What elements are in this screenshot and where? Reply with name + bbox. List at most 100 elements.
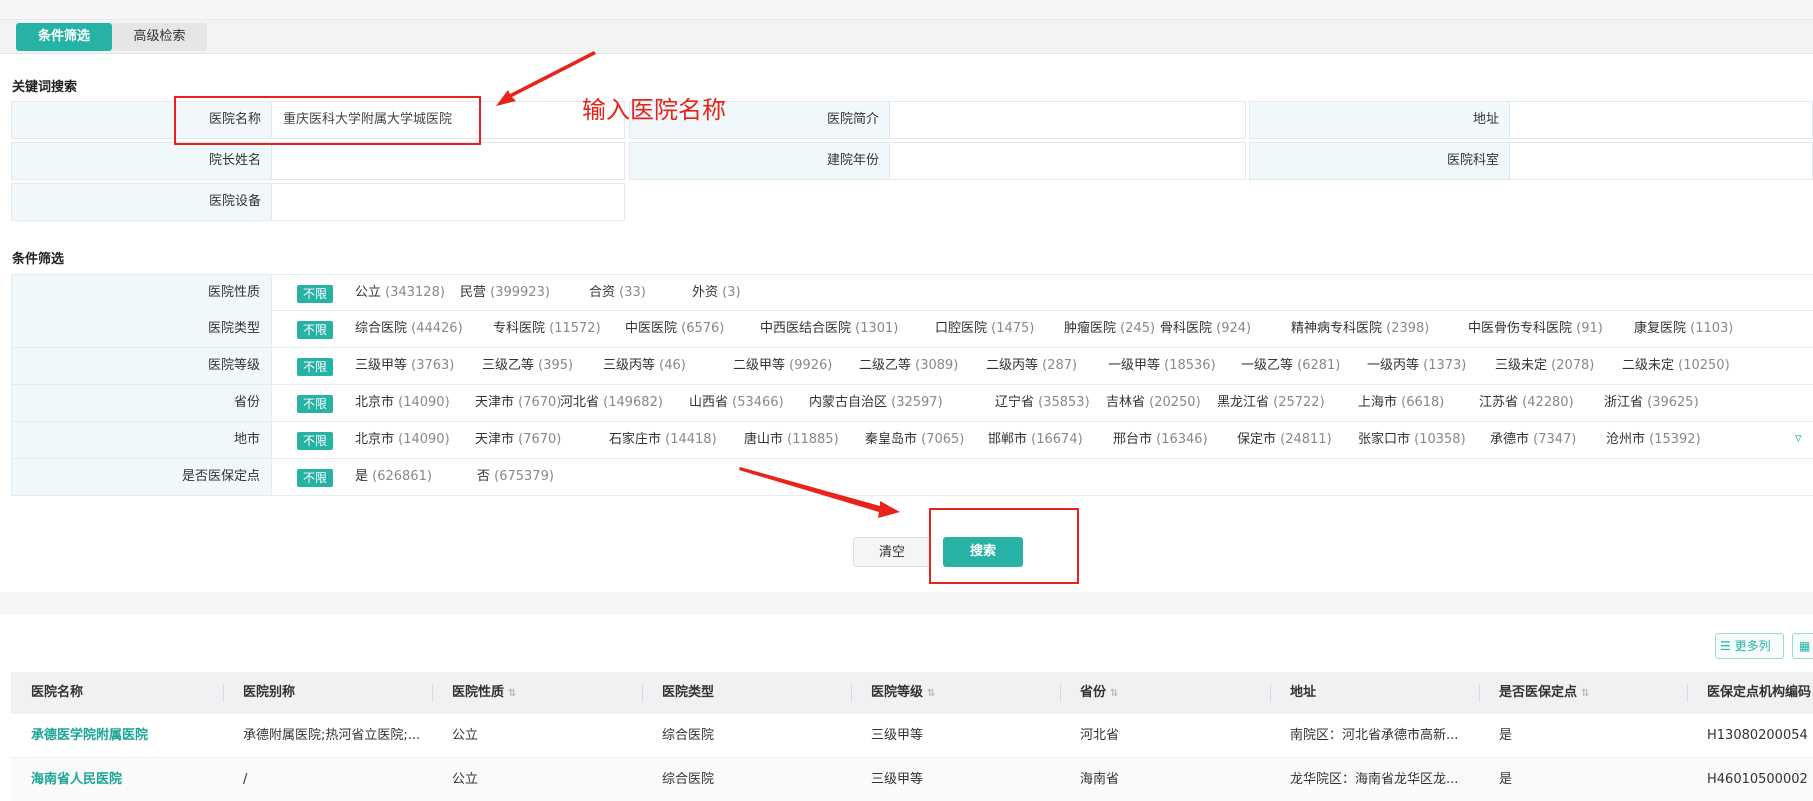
table-row: 承德医学院附属医院 承德附属医院;热河省立医院;... 公立 综合医院 三级甲等 河北省 南… bbox=[11, 714, 1813, 758]
unlimited-option[interactable]: 不限 bbox=[297, 432, 334, 450]
tab-condition-filter[interactable]: 条件筛选 bbox=[16, 23, 112, 51]
filter-option[interactable]: 黑龙江省 (25722) bbox=[1217, 385, 1325, 421]
filter-option[interactable]: 保定市 (24811) bbox=[1237, 422, 1332, 458]
filter-option[interactable]: 二级甲等 (9926) bbox=[733, 348, 832, 384]
table-tool-button[interactable]: ▦ bbox=[1792, 633, 1813, 659]
filter-option[interactable]: 合资 (33) bbox=[589, 275, 646, 311]
filter-option[interactable]: 中医医院 (6576) bbox=[625, 311, 724, 347]
hospital-intro-input[interactable] bbox=[889, 101, 1246, 139]
filter-option[interactable]: 康复医院 (1103) bbox=[1634, 311, 1733, 347]
filter-option[interactable]: 天津市 (7670) bbox=[475, 385, 561, 421]
departments-input[interactable] bbox=[1509, 142, 1813, 180]
filter-row-label: 医院性质 bbox=[11, 275, 272, 311]
column-header[interactable]: 省份 ⇅ bbox=[1080, 672, 1118, 714]
sort-icon[interactable]: ⇅ bbox=[508, 688, 516, 699]
filter-option[interactable]: 民营 (399923) bbox=[460, 275, 550, 311]
filter-option-name: 中西医结合医院 bbox=[760, 321, 856, 336]
filter-option[interactable]: 二级未定 (10250) bbox=[1622, 348, 1730, 384]
clear-button[interactable]: 清空 bbox=[853, 537, 931, 567]
filter-option[interactable]: 沧州市 (15392) bbox=[1606, 422, 1701, 458]
filter-option[interactable]: 公立 (343128) bbox=[355, 275, 445, 311]
filter-option[interactable]: 北京市 (14090) bbox=[355, 422, 450, 458]
filter-option[interactable]: 承德市 (7347) bbox=[1490, 422, 1576, 458]
filter-option[interactable]: 石家庄市 (14418) bbox=[609, 422, 717, 458]
column-separator bbox=[1687, 684, 1688, 702]
filter-option-count: (1103) bbox=[1690, 321, 1734, 336]
unlimited-option[interactable]: 不限 bbox=[297, 469, 334, 487]
filter-option[interactable]: 一级乙等 (6281) bbox=[1241, 348, 1340, 384]
sort-icon[interactable]: ⇅ bbox=[927, 688, 935, 699]
filter-option[interactable]: 辽宁省 (35853) bbox=[995, 385, 1090, 421]
sort-icon[interactable]: ⇅ bbox=[1581, 688, 1589, 699]
filter-row: 医院性质 不限 公立 (343128) 民营 (399923) 合资 (33) 外资 (3… bbox=[11, 274, 1813, 311]
filter-option-name: 唐山市 bbox=[744, 432, 788, 447]
filter-option-name: 秦皇岛市 bbox=[865, 432, 922, 447]
top-band bbox=[0, 0, 1813, 19]
filter-option[interactable]: 邢台市 (16346) bbox=[1113, 422, 1208, 458]
filter-option[interactable]: 外资 (3) bbox=[692, 275, 741, 311]
filter-option[interactable]: 二级乙等 (3089) bbox=[859, 348, 958, 384]
director-name-input[interactable] bbox=[271, 142, 625, 180]
filter-option[interactable]: 内蒙古自治区 (32597) bbox=[809, 385, 943, 421]
filter-icon[interactable]: ▿ bbox=[1795, 431, 1811, 446]
filter-option-count: (3763) bbox=[411, 358, 455, 373]
column-header[interactable]: 是否医保定点 ⇅ bbox=[1499, 672, 1589, 714]
filter-option[interactable]: 专科医院 (11572) bbox=[493, 311, 601, 347]
filter-option[interactable]: 天津市 (7670) bbox=[475, 422, 561, 458]
filter-option[interactable]: 肿瘤医院 (245) bbox=[1064, 311, 1155, 347]
filter-option[interactable]: 二级丙等 (287) bbox=[986, 348, 1077, 384]
column-header[interactable]: 医院等级 ⇅ bbox=[871, 672, 935, 714]
more-columns-label: 更多列 bbox=[1734, 639, 1771, 653]
filter-option[interactable]: 浙江省 (39625) bbox=[1604, 385, 1699, 421]
filter-option[interactable]: 北京市 (14090) bbox=[355, 385, 450, 421]
unlimited-option[interactable]: 不限 bbox=[297, 358, 334, 376]
filter-option-name: 一级甲等 bbox=[1108, 358, 1165, 373]
hospital-name-link[interactable]: 海南省人民医院 bbox=[31, 758, 213, 801]
filter-option[interactable]: 骨科医院 (924) bbox=[1160, 311, 1251, 347]
equipment-input[interactable] bbox=[271, 183, 625, 221]
filter-option[interactable]: 邯郸市 (16674) bbox=[988, 422, 1083, 458]
filter-option[interactable]: 中西医结合医院 (1301) bbox=[760, 311, 898, 347]
filter-row-label: 医院类型 bbox=[11, 311, 272, 347]
unlimited-option[interactable]: 不限 bbox=[297, 321, 334, 339]
unlimited-option[interactable]: 不限 bbox=[297, 285, 334, 303]
filter-option[interactable]: 三级乙等 (395) bbox=[482, 348, 573, 384]
unlimited-option[interactable]: 不限 bbox=[297, 395, 334, 413]
filter-option[interactable]: 三级未定 (2078) bbox=[1495, 348, 1594, 384]
table-cell: 公立 bbox=[452, 728, 479, 743]
table-cell: H13080200054 bbox=[1707, 728, 1808, 743]
filter-option[interactable]: 张家口市 (10358) bbox=[1358, 422, 1466, 458]
filter-option[interactable]: 河北省 (149682) bbox=[560, 385, 663, 421]
filter-option[interactable]: 江苏省 (42280) bbox=[1479, 385, 1574, 421]
more-columns-button[interactable]: ☰ 更多列 bbox=[1715, 633, 1784, 659]
filter-option-name: 肿瘤医院 bbox=[1064, 321, 1121, 336]
filter-option[interactable]: 三级丙等 (46) bbox=[603, 348, 686, 384]
column-separator bbox=[851, 684, 852, 702]
filter-option[interactable]: 综合医院 (44426) bbox=[355, 311, 463, 347]
filter-option[interactable]: 一级甲等 (18536) bbox=[1108, 348, 1216, 384]
filter-option[interactable]: 吉林省 (20250) bbox=[1106, 385, 1201, 421]
filter-option[interactable]: 三级甲等 (3763) bbox=[355, 348, 454, 384]
address-input[interactable] bbox=[1509, 101, 1813, 139]
filter-option-count: (25722) bbox=[1273, 395, 1325, 410]
filter-option[interactable]: 中医骨伤专科医院 (91) bbox=[1468, 311, 1603, 347]
founding-year-input[interactable] bbox=[889, 142, 1246, 180]
filter-option[interactable]: 精神病专科医院 (2398) bbox=[1291, 311, 1429, 347]
filter-option[interactable]: 口腔医院 (1475) bbox=[935, 311, 1034, 347]
filter-option-count: (20250) bbox=[1149, 395, 1201, 410]
filter-option-name: 二级未定 bbox=[1622, 358, 1679, 373]
filter-option[interactable]: 秦皇岛市 (7065) bbox=[865, 422, 964, 458]
filter-option-count: (7670) bbox=[518, 395, 562, 410]
column-header[interactable]: 医院性质 ⇅ bbox=[452, 672, 516, 714]
filter-option[interactable]: 否 (675379) bbox=[477, 459, 554, 495]
filter-option[interactable]: 上海市 (6618) bbox=[1358, 385, 1444, 421]
column-header-label: 医院类型 bbox=[662, 685, 715, 700]
tab-advanced-search[interactable]: 高级检索 bbox=[112, 23, 207, 51]
filter-option[interactable]: 一级丙等 (1373) bbox=[1367, 348, 1466, 384]
filter-option[interactable]: 是 (626861) bbox=[355, 459, 432, 495]
column-header-label: 是否医保定点 bbox=[1499, 685, 1578, 700]
filter-option[interactable]: 唐山市 (11885) bbox=[744, 422, 839, 458]
hospital-name-link[interactable]: 承德医学院附属医院 bbox=[31, 714, 213, 758]
filter-option[interactable]: 山西省 (53466) bbox=[689, 385, 784, 421]
sort-icon[interactable]: ⇅ bbox=[1110, 688, 1118, 699]
